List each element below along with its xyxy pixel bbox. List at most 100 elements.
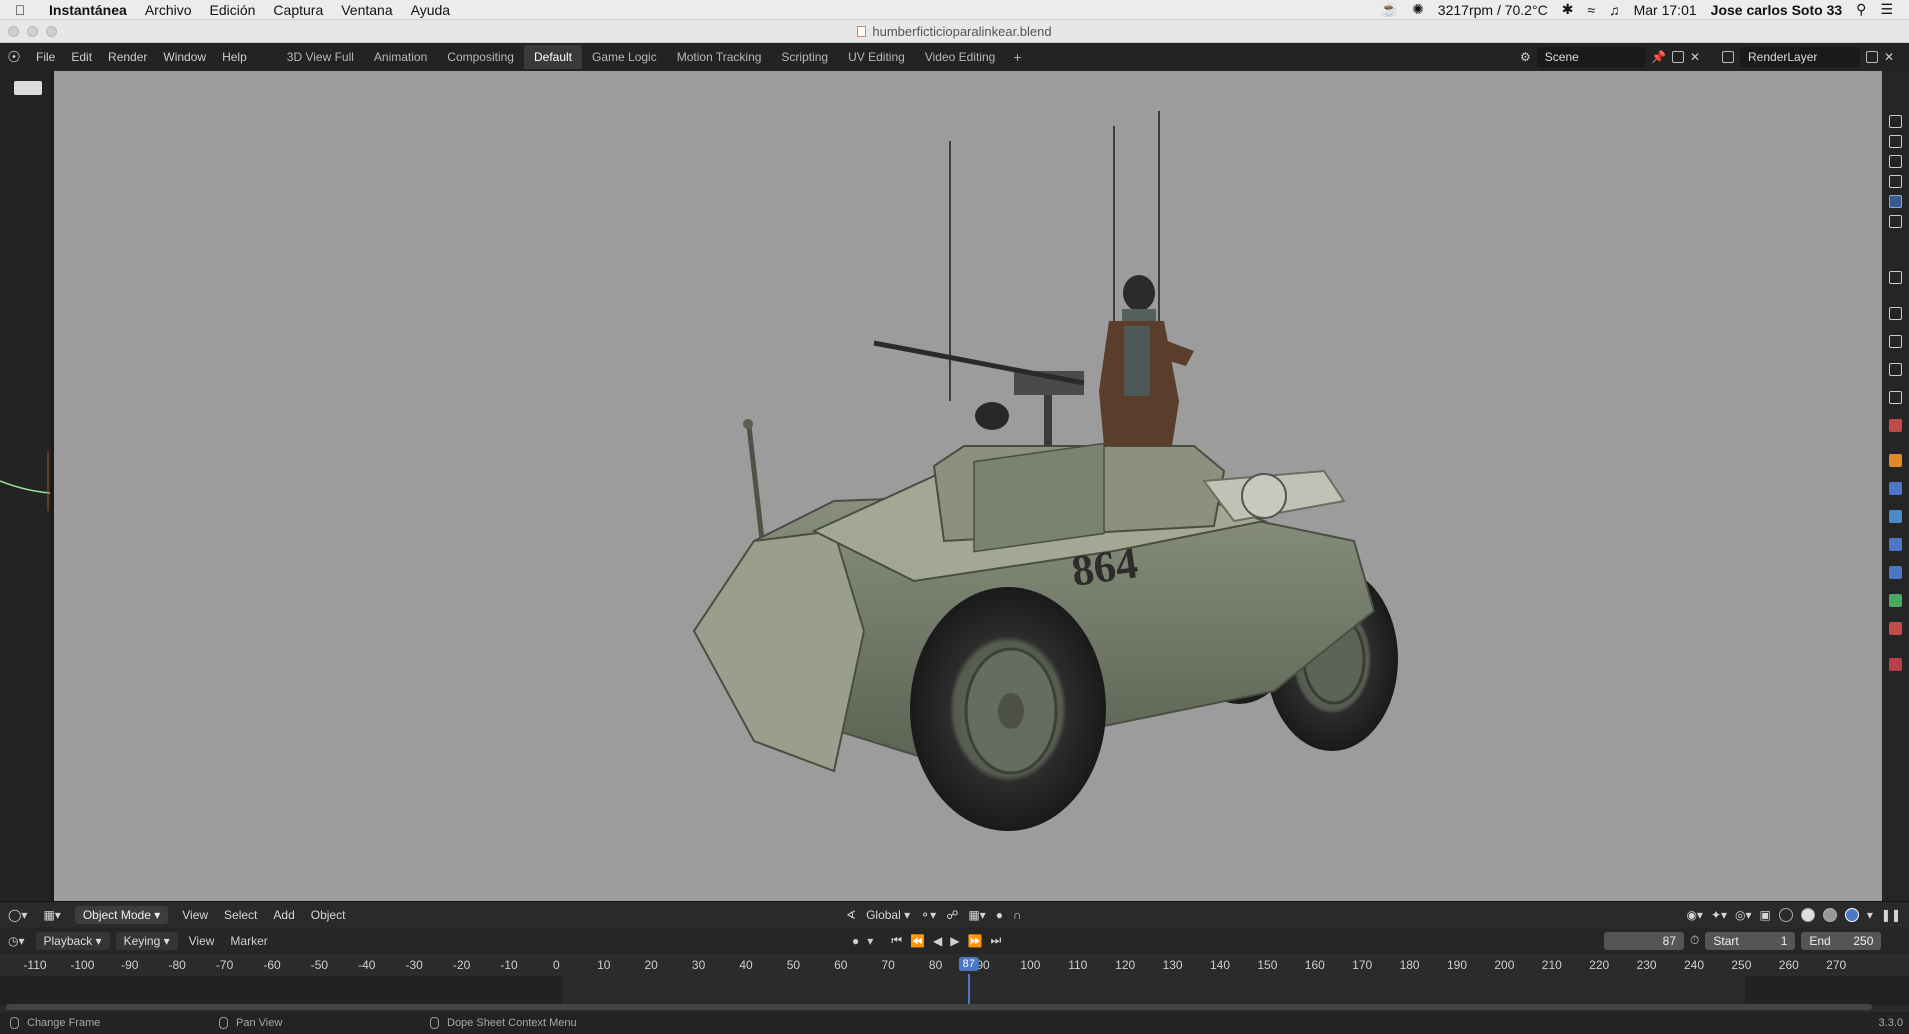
remove-renderlayer-icon[interactable]: ✕ [1884,50,1894,64]
wireframe-shading-icon[interactable] [1778,907,1793,922]
snap-target-icon[interactable]: ▦▾ [968,908,985,922]
tab-video-editing[interactable]: Video Editing [915,45,1006,69]
3d-viewport[interactable]: 864 [54,71,1882,901]
particles-icon[interactable] [1889,510,1902,523]
playhead-frame-badge[interactable]: 87 [958,957,979,971]
jump-start-icon[interactable]: ⏮ [891,933,902,948]
snap-icon[interactable]: ☍ [946,908,958,922]
add-workspace-button[interactable]: + [1005,49,1029,65]
record-icon[interactable]: ● [852,934,859,948]
renderlayer-field[interactable]: RenderLayer [1740,47,1860,67]
current-frame-field[interactable]: 87 [1604,931,1684,950]
volume-icon[interactable]: ♫ [1609,2,1620,18]
falloff-icon[interactable]: ∩ [1013,908,1022,922]
mac-menu-archivo[interactable]: Archivo [136,2,201,18]
editor-type-icon[interactable]: ◯▾ [0,908,35,922]
rendered-shading-icon[interactable] [1844,907,1859,922]
tab-3d-view-full[interactable]: 3D View Full [277,45,364,69]
solid-shading-icon[interactable] [1800,907,1815,922]
timeline-menu-marker[interactable]: Marker [222,934,275,948]
pivot-icon[interactable]: ⚬▾ [920,908,936,922]
tool-icon[interactable] [1889,271,1902,284]
physics-icon[interactable] [1889,538,1902,551]
shading-options-icon[interactable]: ▾ [1867,908,1873,922]
tab-animation[interactable]: Animation [364,45,437,69]
close-window-button[interactable] [8,26,19,37]
playhead-line[interactable] [967,974,970,1008]
tab-motion-tracking[interactable]: Motion Tracking [667,45,772,69]
clock[interactable]: Mar 17:01 [1634,2,1697,18]
blender-logo-icon[interactable]: ☉ [0,48,28,66]
object-data-icon[interactable] [1889,594,1902,607]
fan-readout[interactable]: 3217rpm / 70.2°C [1438,2,1548,18]
keying-dropdown[interactable]: Keying ▾ [115,931,178,950]
viewport-menu-select[interactable]: Select [216,908,265,922]
mac-menu-captura[interactable]: Captura [264,2,332,18]
scene-browse-icon[interactable]: ⚙ [1520,50,1531,64]
next-keyframe-icon[interactable]: ⏩ [968,934,983,948]
viewport-menu-view[interactable]: View [174,908,216,922]
new-renderlayer-icon[interactable] [1866,51,1878,63]
camera-icon[interactable] [1889,115,1902,128]
menu-file[interactable]: File [28,50,63,64]
timeline-ruler[interactable]: -110 -100 -90 -80 -70 -60 -50 -40 -30 -20 -10 0 10 20… [0,954,1909,1012]
mac-app-name[interactable]: Instantánea [40,2,136,18]
world-properties-icon[interactable] [1889,419,1902,432]
mac-menu-ventana[interactable]: Ventana [332,2,401,18]
wifi-icon[interactable]: ≈ [1587,2,1595,18]
user-name[interactable]: Jose carlos Soto 33 [1711,2,1843,18]
view-layer-icon[interactable] [1889,363,1902,376]
mac-menu-edicion[interactable]: Edición [201,2,265,18]
material-shading-icon[interactable] [1822,907,1837,922]
end-frame-field[interactable]: End 250 [1801,931,1882,950]
object-properties-icon[interactable] [1889,454,1902,467]
texture-icon[interactable] [1889,658,1902,671]
menu-render[interactable]: Render [100,50,155,64]
pause-render-icon[interactable]: ❚❚ [1881,908,1901,922]
apple-icon[interactable]:  [0,2,40,18]
bluetooth-icon[interactable]: ✱ [1562,1,1574,18]
active-camera-icon[interactable] [1889,195,1902,208]
camera-icon[interactable] [1889,215,1902,228]
render-properties-icon[interactable] [1889,307,1902,320]
tab-compositing[interactable]: Compositing [437,45,524,69]
camera-icon[interactable] [1889,175,1902,188]
camera-icon[interactable] [1889,155,1902,168]
play-icon[interactable]: ▶ [950,934,959,948]
tab-uv-editing[interactable]: UV Editing [838,45,915,69]
renderlayer-browse-icon[interactable] [1722,51,1734,63]
visibility-icon[interactable]: ◉▾ [1686,908,1703,922]
xray-icon[interactable]: ▣ [1760,908,1771,922]
tab-game-logic[interactable]: Game Logic [582,45,667,69]
orientation-dropdown[interactable]: Global ▾ [866,908,910,922]
menu-edit[interactable]: Edit [63,50,100,64]
timeline-menu-view[interactable]: View [181,934,223,948]
new-scene-icon[interactable] [1672,51,1684,63]
fan-icon[interactable]: ✺ [1412,1,1424,18]
output-properties-icon[interactable] [1889,335,1902,348]
camera-view-icon[interactable] [14,81,42,95]
proportional-edit-icon[interactable]: ● [996,908,1003,922]
cup-icon[interactable]: ☕ [1381,1,1398,18]
viewport-menu-add[interactable]: Add [265,908,302,922]
tab-default[interactable]: Default [523,45,583,69]
scene-properties-icon[interactable] [1889,391,1902,404]
zoom-window-button[interactable] [46,26,57,37]
orientation-icon[interactable]: ∢ [846,908,856,922]
prev-keyframe-icon[interactable]: ⏪ [910,934,925,948]
modifier-wrench-icon[interactable] [1889,482,1902,495]
viewport-menu-object[interactable]: Object [303,908,354,922]
overlays-icon[interactable]: ◎▾ [1735,908,1752,922]
pin-icon[interactable]: 📌 [1651,50,1666,64]
timeline-scrollbar[interactable] [6,1004,1872,1010]
constraints-icon[interactable] [1889,566,1902,579]
play-reverse-icon[interactable]: ◀ [933,934,942,948]
view-object-types-icon[interactable]: ▦▾ [35,908,68,922]
mac-menu-ayuda[interactable]: Ayuda [402,2,459,18]
jump-end-icon[interactable]: ⏭ [990,933,1001,948]
timeline-editor-type-icon[interactable]: ◷▾ [0,934,33,948]
remove-scene-icon[interactable]: ✕ [1690,50,1700,64]
camera-icon[interactable] [1889,135,1902,148]
gizmo-icon[interactable]: ✦▾ [1711,908,1727,922]
preview-range-icon[interactable]: ⏱ [1690,933,1699,948]
